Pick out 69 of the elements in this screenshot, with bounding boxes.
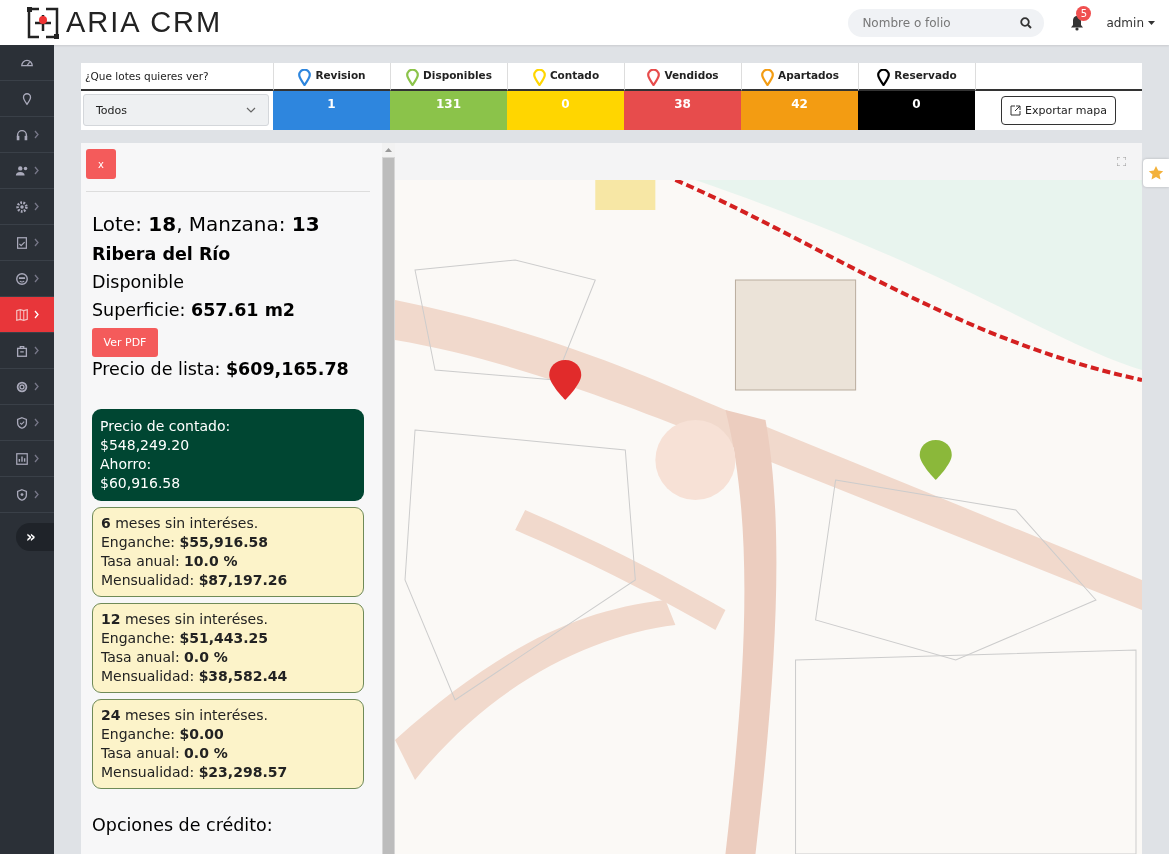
- list-price: Precio de lista: $609,165.78: [92, 359, 350, 379]
- notification-badge: 5: [1076, 5, 1092, 21]
- sidebar-item[interactable]: [0, 297, 54, 333]
- user-menu[interactable]: admin: [1106, 15, 1155, 30]
- chevron-icon: [34, 166, 39, 175]
- plan-line: 12 meses sin interéses.: [101, 610, 269, 629]
- plan-line: Tasa anual: 10.0 %: [101, 552, 239, 571]
- bag-icon: [15, 343, 29, 358]
- shield-icon: [15, 415, 29, 430]
- chevron-icon: [34, 274, 39, 283]
- cash-offer-text: Ahorro:: [100, 455, 153, 474]
- chevron-icon: [34, 382, 39, 391]
- chevron-icon: [34, 238, 39, 247]
- status-count: 38: [624, 91, 741, 130]
- chevron-icon: [34, 418, 39, 427]
- plan-line: Enganche: $0.00: [101, 725, 225, 744]
- credit-heading: Opciones de crédito:: [92, 815, 274, 835]
- plan-line: Mensualidad: $87,197.26: [101, 571, 289, 590]
- chevron-icon: [34, 490, 39, 499]
- cash-offer-text: Precio de contado:: [100, 417, 232, 436]
- plan-line: Tasa anual: 0.0 %: [101, 744, 229, 763]
- search-icon[interactable]: [1020, 16, 1033, 29]
- settings-icon: [15, 199, 29, 214]
- plan-line: Tasa anual: 0.0 %: [101, 648, 229, 667]
- plan-line: 6 meses sin interéses.: [101, 514, 260, 533]
- lot-status: Disponible: [92, 272, 185, 292]
- filter-question: ¿Que lotes quieres ver?: [81, 63, 273, 91]
- chevron-icon: [34, 310, 39, 319]
- lot-select[interactable]: Todos: [83, 94, 269, 126]
- cash-offer-text: $60,916.58: [100, 474, 182, 493]
- scroll-up-icon[interactable]: [385, 148, 392, 152]
- logo-text: ARIA CRM: [66, 6, 223, 39]
- status-count: 0: [507, 91, 624, 130]
- chevron-icon: [246, 107, 256, 113]
- headset-icon: [15, 127, 29, 142]
- expand-icon[interactable]: [1117, 157, 1126, 166]
- checklist-icon: [15, 235, 29, 250]
- caret-icon: [1148, 20, 1155, 25]
- status-count: 131: [390, 91, 507, 130]
- development-name: Ribera del Río: [92, 244, 232, 264]
- scrollbar[interactable]: [382, 143, 395, 854]
- external-link-icon: [1010, 105, 1021, 116]
- status-count: 42: [741, 91, 858, 130]
- map-icon: [15, 307, 29, 322]
- chevron-icon: [34, 202, 39, 211]
- chevron-icon: [34, 130, 39, 139]
- search-field[interactable]: Nombre o folio: [848, 8, 1045, 37]
- cash-offer-text: $548,249.20: [100, 436, 191, 455]
- favorite-button[interactable]: [1143, 159, 1169, 187]
- pin-icon: [20, 91, 34, 106]
- plan-line: Mensualidad: $38,582.44: [101, 667, 289, 686]
- lot-title: Lote: 18, Manzana: 13: [92, 212, 321, 236]
- chevron-icon: [34, 346, 39, 355]
- plan-line: Mensualidad: $23,298.57: [101, 763, 289, 782]
- chart-icon: [15, 451, 29, 466]
- plan-line: Enganche: $51,443.25: [101, 629, 269, 648]
- shield-icon: [15, 487, 29, 502]
- chevron-icon: [34, 454, 39, 463]
- users-icon: [15, 163, 29, 178]
- lot-area: Superficie: 657.61 m2: [92, 300, 364, 320]
- target-icon: [15, 379, 29, 394]
- star-icon: [1148, 165, 1164, 181]
- export-button[interactable]: Exportar mapa: [1001, 96, 1116, 125]
- status-count: 0: [858, 91, 975, 130]
- logo-icon: [26, 5, 60, 40]
- plan-line: Enganche: $55,916.58: [101, 533, 269, 552]
- collapse-button[interactable]: »: [16, 523, 54, 551]
- plan-line: 24 meses sin interéses.: [101, 706, 269, 725]
- status-count: 1: [273, 91, 390, 130]
